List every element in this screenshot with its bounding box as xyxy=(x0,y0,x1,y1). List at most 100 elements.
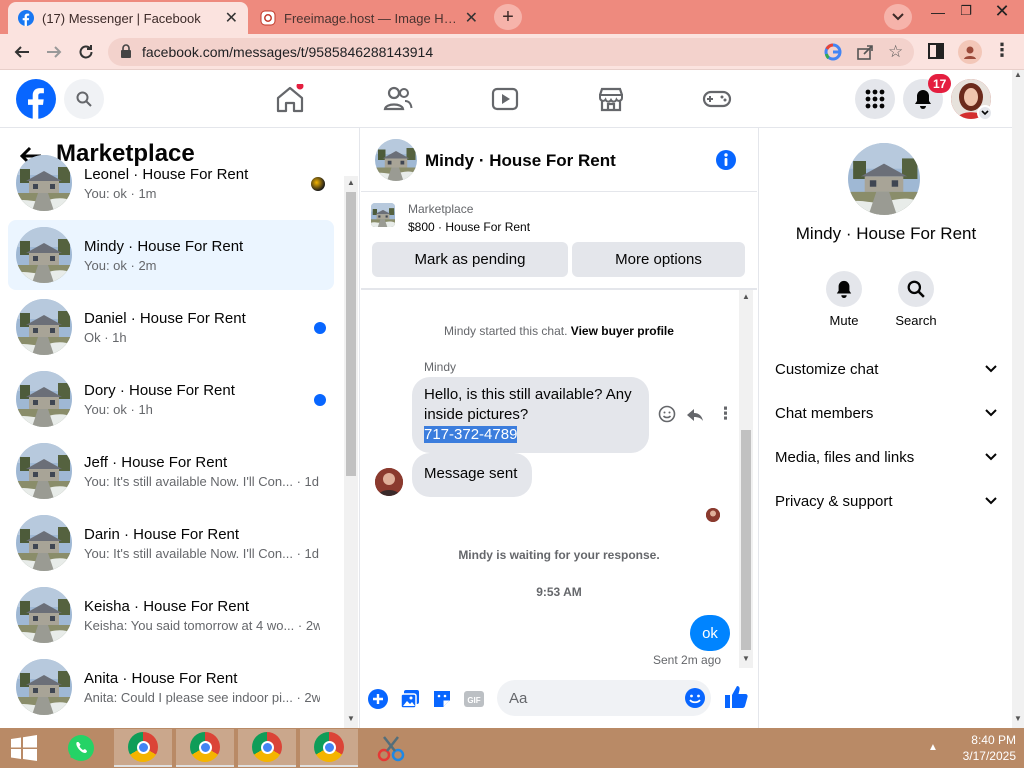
conversation-avatar xyxy=(16,587,72,643)
scrollbar-thumb[interactable] xyxy=(741,430,751,650)
taskbar-snipping-tool[interactable] xyxy=(362,729,420,767)
page-scrollbar[interactable] xyxy=(1012,70,1024,728)
back-arrow-icon[interactable] xyxy=(8,38,36,66)
taskbar-chrome-1[interactable] xyxy=(114,729,172,767)
restore-window-icon[interactable]: ❐ xyxy=(952,3,980,27)
message-bubble[interactable]: Message sent xyxy=(412,453,532,497)
customize-chat-row[interactable]: Customize chat xyxy=(775,347,997,391)
unread-dot xyxy=(314,322,326,334)
new-tab-button[interactable]: + xyxy=(494,4,522,30)
conversation-item[interactable]: Anita · House For Rent Anita: Could I ple… xyxy=(8,652,334,722)
scrollbar-thumb[interactable] xyxy=(346,192,356,476)
minimize-window-icon[interactable]: — xyxy=(924,4,952,28)
conversation-item[interactable]: Dory · House For Rent You: ok · 1h xyxy=(8,364,334,434)
close-tab-icon[interactable]: ✕ xyxy=(465,8,478,28)
more-actions-icon[interactable]: ⋮ xyxy=(717,404,734,424)
conversation-item[interactable]: Mindy · House For Rent You: ok · 2m xyxy=(8,220,334,290)
conversation-item[interactable]: Jeff · House For Rent You: It's still ava… xyxy=(8,436,334,506)
scroll-down-icon[interactable]: ▼ xyxy=(739,654,753,664)
conversation-name: Mindy · House For Rent xyxy=(84,237,244,255)
photo-icon[interactable] xyxy=(399,688,421,710)
account-chevron-icon[interactable] xyxy=(977,105,993,121)
scroll-up-icon[interactable]: ▲ xyxy=(739,292,753,302)
privacy-support-row[interactable]: Privacy & support xyxy=(775,479,997,523)
conversation-name: Keisha · House For Rent xyxy=(84,597,250,615)
watch-icon[interactable] xyxy=(490,84,520,114)
reload-icon[interactable] xyxy=(72,38,100,66)
chat-members-row[interactable]: Chat members xyxy=(775,391,997,435)
profile-avatar[interactable] xyxy=(958,40,982,64)
scroll-up-icon[interactable]: ▲ xyxy=(344,178,358,188)
chat-avatar[interactable] xyxy=(375,139,417,181)
close-tab-icon[interactable]: ✕ xyxy=(225,8,238,28)
chat-title[interactable]: Mindy · House For Rent xyxy=(425,151,616,171)
reply-icon[interactable] xyxy=(686,406,704,424)
share-icon[interactable] xyxy=(856,43,874,61)
google-icon[interactable] xyxy=(824,43,842,61)
emoji-icon[interactable] xyxy=(684,687,706,709)
more-options-button[interactable]: More options xyxy=(572,242,745,277)
browser-tab-freeimage[interactable]: Freeimage.host — Image Hosting ✕ xyxy=(250,2,488,34)
side-panel-icon[interactable] xyxy=(928,43,946,61)
show-hidden-icons-icon[interactable]: ▲ xyxy=(928,742,938,753)
add-icon[interactable] xyxy=(367,688,389,710)
mute-button[interactable] xyxy=(826,271,862,307)
taskbar-chrome-3[interactable] xyxy=(238,729,296,767)
my-message-bubble[interactable]: ok xyxy=(690,615,730,651)
conversation-preview: You: ok · 2m xyxy=(84,258,320,273)
phone-number-selected[interactable]: 717-372-4789 xyxy=(424,426,518,443)
facebook-logo-icon[interactable] xyxy=(16,79,56,119)
details-avatar[interactable] xyxy=(848,143,920,215)
scroll-down-icon[interactable]: ▼ xyxy=(344,714,358,724)
tab-search-chevron-icon[interactable] xyxy=(884,4,912,30)
conversation-avatar xyxy=(16,155,72,211)
sent-status: Sent 2m ago xyxy=(653,653,722,667)
divider xyxy=(361,191,757,192)
forward-arrow-icon[interactable] xyxy=(40,38,68,66)
browser-tab-messenger[interactable]: (17) Messenger | Facebook ✕ xyxy=(8,2,248,34)
gaming-icon[interactable] xyxy=(702,84,732,114)
media-files-links-row[interactable]: Media, files and links xyxy=(775,435,997,479)
sticker-icon[interactable] xyxy=(431,688,453,710)
conversation-item[interactable]: Darin · House For Rent You: It's still av… xyxy=(8,508,334,578)
taskbar-whatsapp[interactable] xyxy=(52,729,110,767)
sender-avatar[interactable] xyxy=(375,468,403,496)
listing-title[interactable]: $800 · House For Rent xyxy=(408,220,530,234)
conversation-item[interactable]: Keisha · House For Rent Keisha: You said … xyxy=(8,580,334,650)
message-bubble[interactable]: Hello, is this still available? Any insi… xyxy=(412,377,649,453)
conversation-item[interactable]: Daniel · House For Rent Ok · 1h xyxy=(8,292,334,362)
gif-icon[interactable]: GIF xyxy=(463,688,485,710)
windows-start-icon[interactable] xyxy=(10,735,38,761)
conversation-avatar xyxy=(16,515,72,571)
preview-text: You: It's still available Now. I'll Con.… xyxy=(84,473,293,489)
home-icon[interactable] xyxy=(275,82,305,114)
conversation-name: Darin · House For Rent xyxy=(84,525,240,543)
chat-started-text: Mindy started this chat. xyxy=(444,324,568,338)
search-in-chat-button[interactable] xyxy=(898,271,934,307)
menu-button[interactable] xyxy=(855,79,895,119)
browser-menu-icon[interactable]: ⋮ xyxy=(992,40,1012,64)
taskbar-chrome-2[interactable] xyxy=(176,729,234,767)
scroll-up-icon[interactable]: ▲ xyxy=(1012,70,1024,84)
info-icon[interactable] xyxy=(715,149,737,171)
conversation-item[interactable]: Leonel · House For Rent You: ok · 1m xyxy=(8,148,334,218)
view-buyer-profile-link[interactable]: View buyer profile xyxy=(571,324,674,338)
address-bar[interactable]: facebook.com/messages/t/9585846288143914 xyxy=(108,38,914,66)
bookmark-star-icon[interactable]: ☆ xyxy=(888,42,906,61)
mark-as-pending-button[interactable]: Mark as pending xyxy=(372,242,568,277)
preview-time: · 2w xyxy=(296,689,320,705)
listing-thumbnail[interactable] xyxy=(371,203,395,227)
like-thumbs-up-icon[interactable] xyxy=(723,684,749,710)
marketplace-icon[interactable] xyxy=(596,84,626,114)
search-button[interactable] xyxy=(64,79,104,119)
taskbar-chrome-4[interactable] xyxy=(300,729,358,767)
system-clock[interactable]: 8:40 PM 3/17/2025 xyxy=(944,732,1016,764)
react-emoji-icon[interactable] xyxy=(658,405,676,423)
scroll-down-icon[interactable]: ▼ xyxy=(1012,714,1024,728)
friends-icon[interactable] xyxy=(383,84,413,114)
message-input[interactable]: Aa xyxy=(497,680,711,716)
row-label: Chat members xyxy=(775,404,874,422)
chrome-icon xyxy=(314,732,344,762)
conversation-preview: Ok · 1h xyxy=(84,330,320,345)
close-window-icon[interactable]: ✕ xyxy=(988,1,1016,25)
